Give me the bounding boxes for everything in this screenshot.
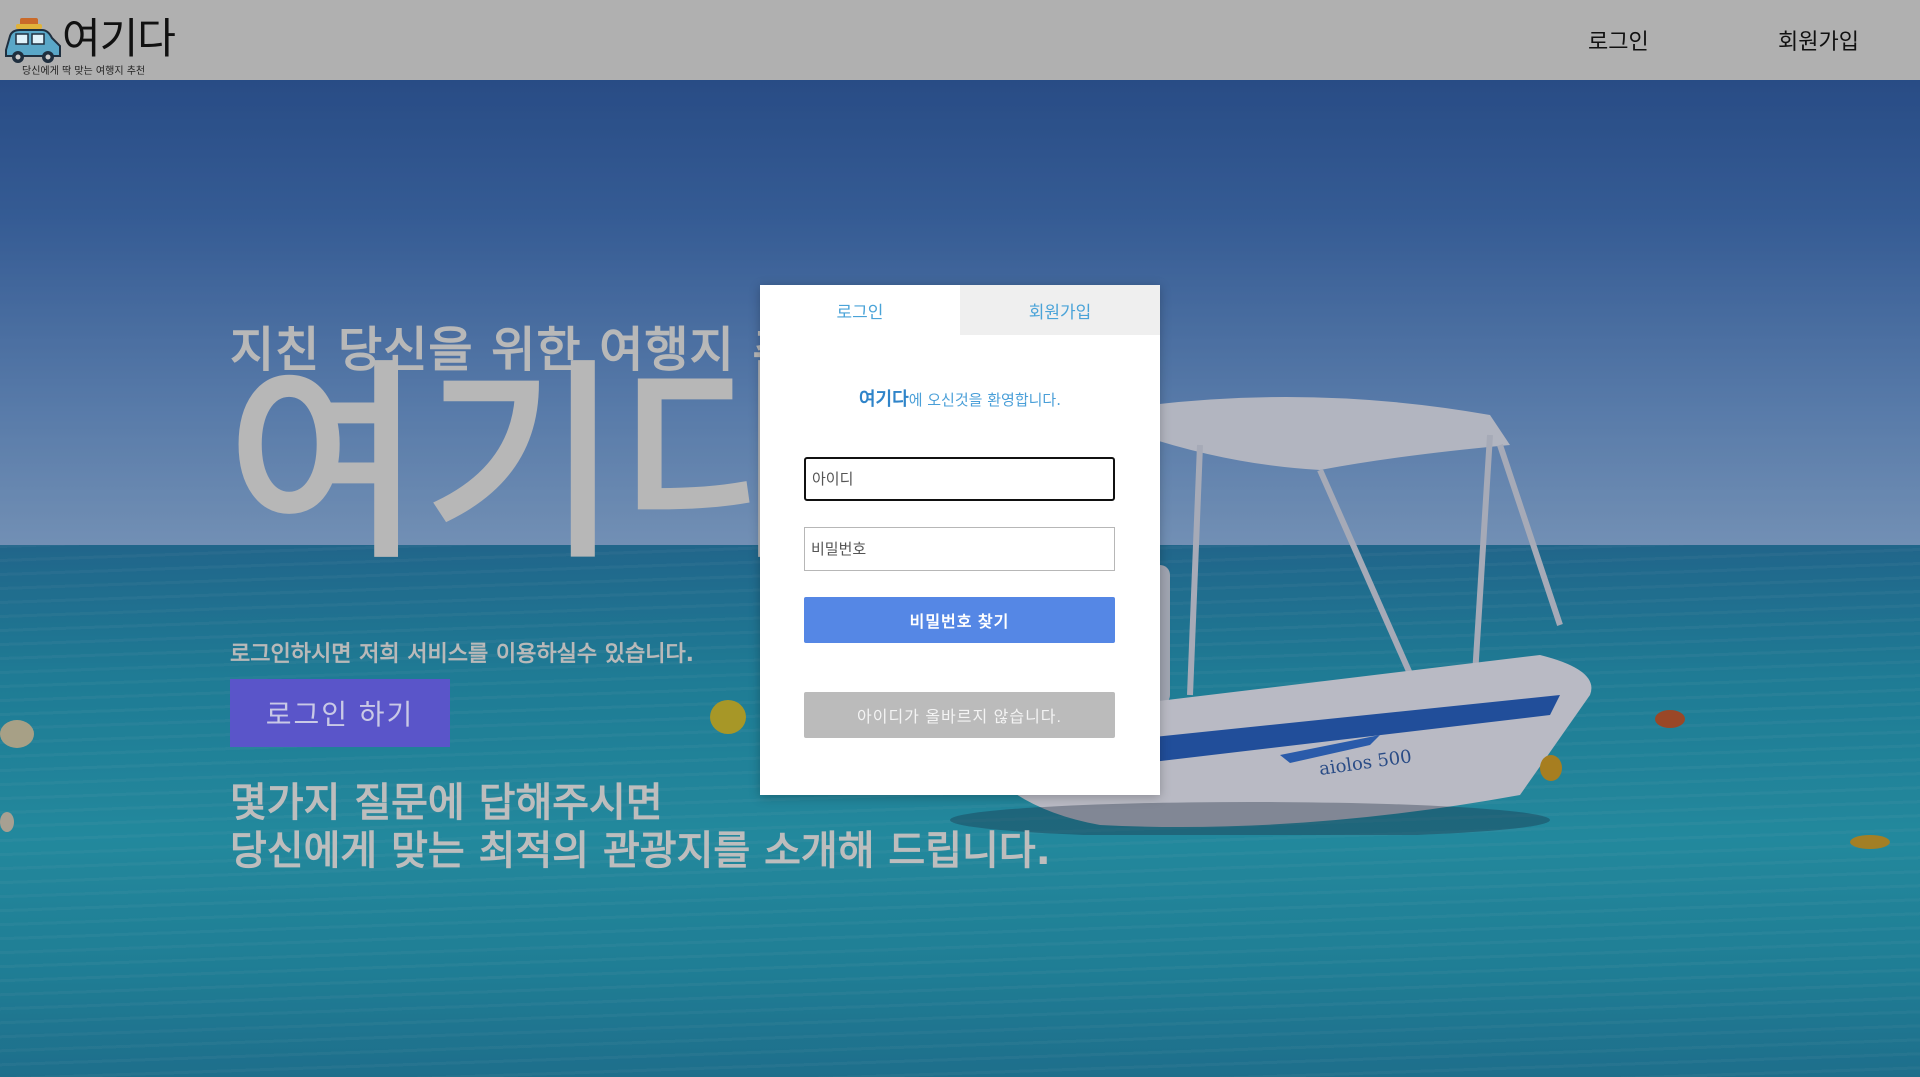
password-input[interactable] <box>804 527 1115 571</box>
logo-subtitle: 당신에게 딱 맞는 여행지 추천 <box>22 66 146 77</box>
logo[interactable]: 여기다 당신에게 딱 맞는 여행지 추천 <box>0 12 200 78</box>
logo-title: 여기다 <box>62 14 176 63</box>
id-input[interactable] <box>804 457 1115 501</box>
hero-question-line2: 당신에게 맞는 최적의 관광지를 소개해 드립니다. <box>230 828 1051 874</box>
welcome-text: 에 오신것을 환영합니다. <box>908 391 1061 409</box>
nav-signup-link[interactable]: 회원가입 <box>1778 24 1859 56</box>
tab-signup[interactable]: 회원가입 <box>960 285 1160 335</box>
error-message-button[interactable]: 아이디가 올바르지 않습니다. <box>804 692 1115 738</box>
hero-service-text: 로그인하시면 저희 서비스를 이용하실수 있습니다. <box>230 642 695 667</box>
hero-login-button[interactable]: 로그인 하기 <box>230 679 450 747</box>
tab-login[interactable]: 로그인 <box>760 285 960 335</box>
login-modal: 로그인 회원가입 여기다에 오신것을 환영합니다. 비밀번호 찾기 아이디가 올… <box>760 285 1160 795</box>
welcome-brand: 여기다 <box>859 389 909 410</box>
welcome-message: 여기다에 오신것을 환영합니다. <box>760 385 1160 411</box>
top-navbar: 여기다 당신에게 딱 맞는 여행지 추천 로그인 회원가입 <box>0 0 1920 80</box>
nav-login-link[interactable]: 로그인 <box>1588 24 1649 56</box>
hero-title: 여기다 <box>228 342 820 587</box>
find-password-button[interactable]: 비밀번호 찾기 <box>804 597 1115 643</box>
car-with-luggage-icon <box>5 18 61 63</box>
